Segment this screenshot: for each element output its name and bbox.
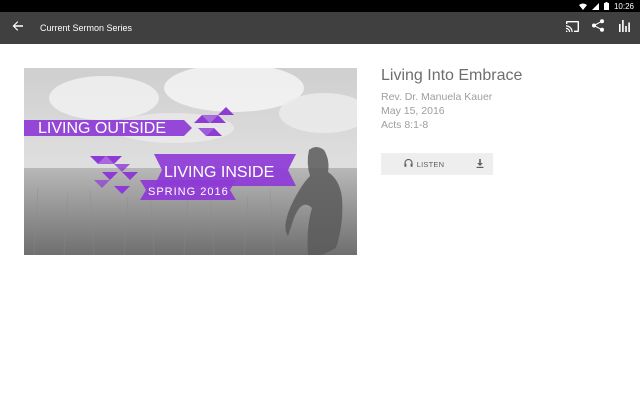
status-bar: 10:26 — [0, 0, 640, 12]
signal-icon — [591, 2, 599, 10]
battery-icon — [603, 2, 609, 10]
artwork-line-2: LIVING INSIDE — [164, 164, 274, 181]
sermon-actions: LISTEN — [381, 153, 493, 175]
status-icons: 10:26 — [578, 0, 634, 12]
download-icon — [476, 155, 484, 173]
cast-icon — [565, 19, 579, 37]
listen-button[interactable]: LISTEN — [381, 153, 467, 175]
sermon-info: Living Into Embrace Rev. Dr. Manuela Kau… — [381, 66, 621, 132]
headphones-icon — [404, 158, 413, 169]
artwork-graphic: LIVING OUTSIDE LIVING INSIDE SPRING 2016 — [24, 68, 357, 255]
equalizer-icon — [618, 19, 630, 37]
toolbar-actions — [562, 18, 634, 38]
sermon-scripture: Acts 8:1-8 — [381, 119, 429, 131]
back-button[interactable] — [8, 18, 28, 38]
sermon-series-artwork: LIVING OUTSIDE LIVING INSIDE SPRING 2016 — [24, 68, 357, 255]
sermon-detail: LIVING OUTSIDE LIVING INSIDE SPRING 2016… — [0, 44, 640, 400]
artwork-line-3: SPRING 2016 — [148, 186, 229, 198]
back-arrow-icon — [12, 19, 24, 37]
wifi-icon — [578, 3, 587, 10]
audio-settings-button[interactable] — [614, 18, 634, 38]
app-toolbar: Current Sermon Series — [0, 12, 640, 44]
sermon-speaker: Rev. Dr. Manuela Kauer — [381, 91, 493, 103]
artwork-line-1: LIVING OUTSIDE — [38, 120, 166, 137]
sermon-date: May 15, 2016 — [381, 105, 445, 117]
share-icon — [592, 19, 604, 37]
download-button[interactable] — [467, 153, 493, 175]
share-button[interactable] — [588, 18, 608, 38]
sermon-title: Living Into Embrace — [381, 67, 523, 84]
listen-label: LISTEN — [416, 159, 445, 169]
toolbar-title: Current Sermon Series — [40, 23, 133, 33]
cast-button[interactable] — [562, 18, 582, 38]
status-clock: 10:26 — [613, 1, 634, 11]
